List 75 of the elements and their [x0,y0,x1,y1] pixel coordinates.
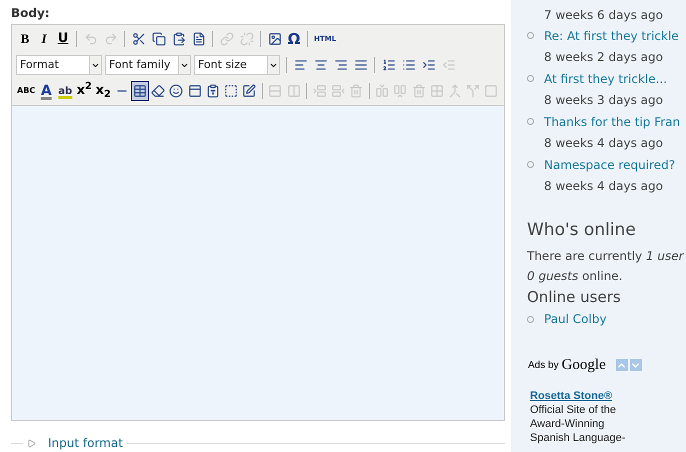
edit-icon [242,84,256,98]
post-time: 8 weeks 4 days ago [544,178,664,195]
online-status-text: 0 guests online. [527,268,624,285]
copy-icon [152,32,166,46]
dropdown[interactable]: Font size [194,55,280,75]
grid-icon [430,84,444,98]
unlink-icon [240,32,254,46]
toolbar-button[interactable]: ABC [16,81,36,101]
eraser-icon [151,84,166,98]
bullet-list-icon [402,58,416,72]
triangle-icon [27,438,36,448]
online-status-text: There are currently 1 user [527,248,684,265]
user-link[interactable]: Paul Colby [544,310,607,328]
post-link[interactable]: Namespace required? [544,155,676,176]
table-button[interactable] [131,81,149,101]
bullet-icon [527,161,534,168]
align-left-icon [294,58,308,72]
input-format-toggle[interactable]: Input format [23,434,127,452]
ad-text: Official Site of the Award-Winning Spanish Language- [530,402,626,444]
align-center-icon [314,58,328,72]
cut-icon [132,32,146,46]
toolbar-button[interactable]: ab [56,81,74,101]
paste-text-icon [206,84,220,98]
delete-column-icon [412,84,426,98]
bullet-icon [527,118,534,125]
dropdown[interactable]: Font family [105,55,191,75]
paste-icon [172,32,186,46]
numbered-list-icon [382,58,396,72]
row-properties-icon [268,84,282,98]
insert-row-before-icon [312,84,327,98]
toolbar-button[interactable]: B [16,29,34,49]
post-link[interactable]: Thanks for the tip Fran [544,112,680,133]
field-label: Body: [11,5,51,22]
block-title: Who's online [527,219,637,242]
block-subtitle: Online users [527,287,622,308]
merge-cells-icon [448,84,462,98]
insert-column-before-icon [375,84,390,98]
toolbar-button[interactable]: I [35,29,53,49]
post-time: 8 weeks 2 days ago [544,49,664,66]
redo-icon [104,32,118,46]
table-icon [133,84,148,98]
select-all-icon [224,84,238,98]
bullet-icon [527,75,534,82]
toolbar-button[interactable]: x$_{2}$ [94,81,112,101]
toolbar-button[interactable]: U [54,29,72,49]
post-link[interactable]: At first they trickle... [544,69,668,90]
ads-label: Ads by [528,358,559,373]
post-time: 7 weeks 6 days ago [543,7,664,24]
align-right-icon [334,58,348,72]
undo-icon [84,32,98,46]
toolbar-button[interactable]: x$^{2}$ [75,81,94,101]
delete-row-icon [349,84,364,98]
layer-icon [188,84,202,98]
align-justify-icon [354,58,368,72]
cell-properties-icon [286,84,301,98]
indent-icon [422,58,436,72]
bullet-icon [527,32,534,39]
bullet-icon [527,316,534,322]
insert-row-after-icon [330,84,345,98]
outdent-icon [442,58,456,72]
ad-link[interactable]: Rosetta Stone® [530,388,630,402]
insert-column-after-icon [393,84,408,98]
ads-brand: Google [562,356,606,375]
dropdown[interactable]: Format [16,55,102,75]
toolbar-button[interactable]: Ω [285,29,303,49]
toolbar-button[interactable]: A [37,81,56,101]
link-icon [220,32,234,46]
document-icon [192,32,206,46]
post-time: 8 weeks 4 days ago [544,135,664,152]
smiley-icon [169,84,184,98]
post-time: 8 weeks 3 days ago [544,92,664,109]
post-link[interactable]: Re: At first they trickle [544,26,679,47]
frame-icon [484,84,498,98]
split-cells-icon [466,84,480,98]
image-icon [268,32,282,46]
